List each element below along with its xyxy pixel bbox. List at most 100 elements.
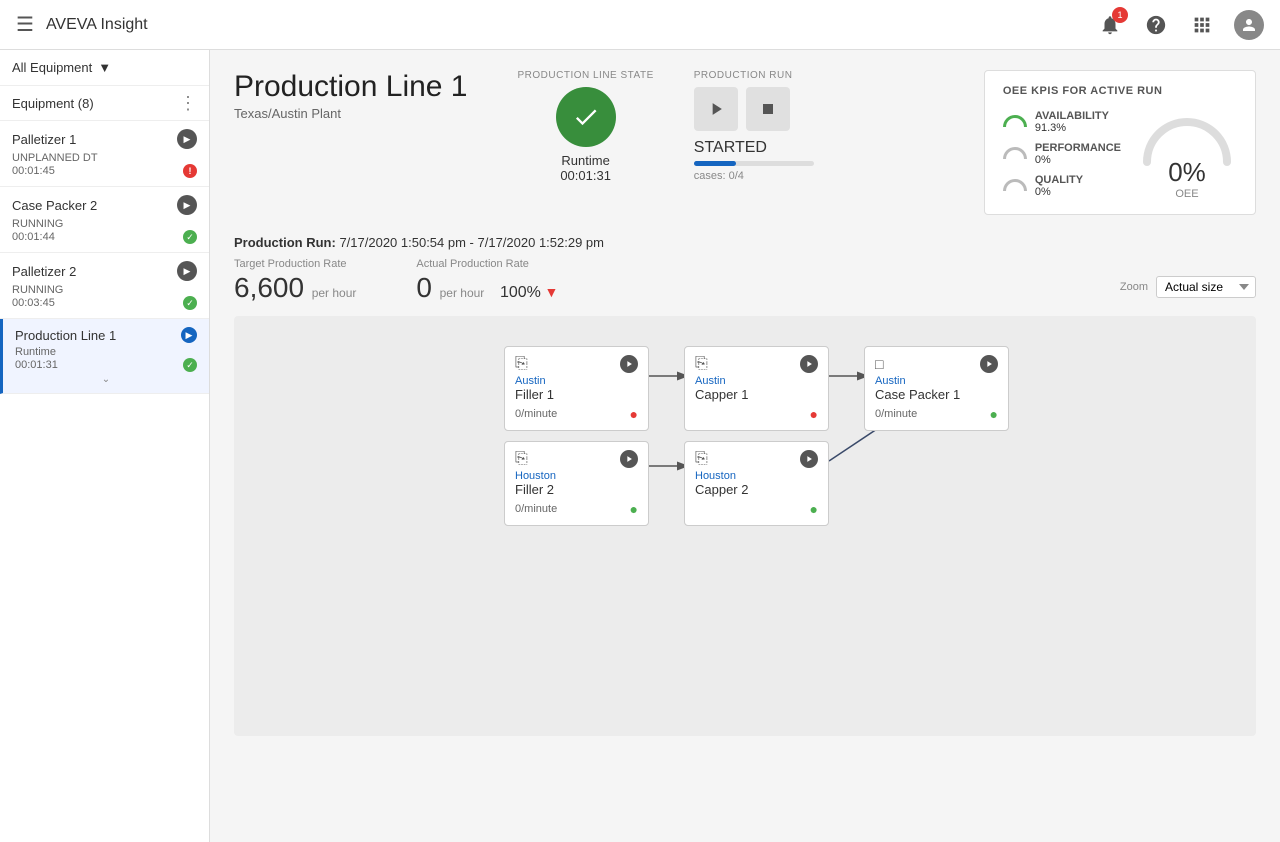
node-austin-capper-1[interactable]: ⎘ Austin Capper 1 ● bbox=[684, 346, 829, 431]
help-button[interactable] bbox=[1142, 11, 1170, 39]
runtime-time: 00:01:31 bbox=[560, 168, 611, 183]
chevron-down-icon: ⌄ bbox=[15, 372, 197, 385]
notification-button[interactable]: 1 bbox=[1096, 11, 1124, 39]
node-footer: 0/minute ● bbox=[515, 406, 638, 422]
state-row: PRODUCTION LINE STATE Runtime 00:01:31 P… bbox=[518, 70, 814, 183]
main-layout: All Equipment ▼ Equipment (8) ⋮ Palletiz… bbox=[0, 50, 1280, 842]
actual-rate-value: 0 bbox=[416, 272, 432, 303]
performance-gauge bbox=[1003, 147, 1027, 161]
started-label: STARTED bbox=[694, 139, 767, 157]
oee-right: 0% OEE bbox=[1137, 107, 1237, 200]
notification-badge: 1 bbox=[1112, 7, 1128, 23]
node-location: Houston bbox=[695, 470, 818, 482]
sidebar-item-production-line-1[interactable]: Production Line 1 ▶ Runtime 00:01:31 ✓ ⌄ bbox=[0, 319, 209, 394]
performance-value: 0% bbox=[1035, 154, 1121, 166]
node-name: Filler 1 bbox=[515, 387, 638, 402]
filter-chevron: ▼ bbox=[98, 60, 111, 75]
zoom-select[interactable]: Actual size 50% 75% 125% bbox=[1156, 276, 1256, 298]
node-name: Filler 2 bbox=[515, 482, 638, 497]
cases-label: cases: 0/4 bbox=[694, 170, 744, 182]
app-title: AVEVA Insight bbox=[46, 16, 1084, 34]
node-play-btn[interactable] bbox=[980, 355, 998, 373]
actual-rate-block: Actual Production Rate 0 per hour 100% ▼ bbox=[416, 258, 558, 304]
progress-fill bbox=[694, 161, 736, 166]
target-rate-label: Target Production Rate bbox=[234, 258, 356, 270]
sidebar: All Equipment ▼ Equipment (8) ⋮ Palletiz… bbox=[0, 50, 210, 842]
page-title: Production Line 1 bbox=[234, 70, 468, 104]
node-location: Houston bbox=[515, 470, 638, 482]
topnav: ☰ AVEVA Insight 1 bbox=[0, 0, 1280, 50]
node-austin-filler-1[interactable]: ⎘ Austin Filler 1 0/minute ● bbox=[504, 346, 649, 431]
node-houston-capper-2[interactable]: ⎘ Houston Capper 2 ● bbox=[684, 441, 829, 526]
node-play-btn[interactable] bbox=[800, 450, 818, 468]
availability-gauge bbox=[1003, 115, 1027, 129]
equipment-menu-icon[interactable]: ⋮ bbox=[179, 94, 197, 112]
status-time: 00:01:45 bbox=[12, 165, 55, 177]
runtime-area: Runtime 00:01:31 bbox=[518, 87, 654, 183]
node-play-btn[interactable] bbox=[620, 355, 638, 373]
play-control-button[interactable] bbox=[694, 87, 738, 131]
avatar-button[interactable] bbox=[1234, 10, 1264, 40]
status-text: UNPLANNED DT bbox=[12, 152, 98, 164]
node-rate: 0/minute bbox=[875, 408, 917, 420]
quality-text: QUALITY 0% bbox=[1035, 174, 1083, 198]
rate-down-arrow: ▼ bbox=[544, 284, 558, 300]
node-header: ⎘ bbox=[695, 450, 818, 468]
play-button-case-packer-2[interactable]: ▶ bbox=[177, 195, 197, 215]
equipment-count-label: Equipment (8) bbox=[12, 96, 94, 111]
sidebar-item-case-packer-2[interactable]: Case Packer 2 ▶ RUNNING 00:01:44 ✓ bbox=[0, 187, 209, 253]
zoom-area: Zoom Actual size 50% 75% 125% bbox=[1120, 276, 1256, 298]
flow-canvas: ⎘ Austin Filler 1 0/minute ● ⎘ bbox=[234, 316, 1256, 736]
node-header: ⎘ bbox=[515, 355, 638, 373]
target-rate-block: Target Production Rate 6,600 per hour bbox=[234, 258, 356, 304]
actual-rate-label: Actual Production Rate bbox=[416, 258, 558, 270]
filter-label: All Equipment bbox=[12, 60, 92, 75]
node-location: Austin bbox=[695, 375, 818, 387]
header-left: Production Line 1 Texas/Austin Plant PRO… bbox=[234, 70, 814, 183]
availability-value: 91.3% bbox=[1035, 122, 1109, 134]
node-play-btn[interactable] bbox=[620, 450, 638, 468]
quality-row: QUALITY 0% bbox=[1003, 174, 1121, 198]
prod-run-col: PRODUCTION RUN ST bbox=[694, 70, 814, 183]
runtime-button[interactable] bbox=[556, 87, 616, 147]
availability-arc bbox=[1003, 115, 1027, 127]
production-run-info: Production Run: 7/17/2020 1:50:54 pm - 7… bbox=[234, 235, 1256, 304]
sidebar-item-name: Case Packer 2 bbox=[12, 198, 97, 213]
status-text: Runtime bbox=[15, 346, 56, 358]
page-subtitle: Texas/Austin Plant bbox=[234, 106, 468, 121]
page-title-area: Production Line 1 Texas/Austin Plant bbox=[234, 70, 468, 121]
node-footer: 0/minute ● bbox=[515, 501, 638, 517]
node-header: ⎘ bbox=[695, 355, 818, 373]
status-dot-blue: ▶ bbox=[181, 327, 197, 343]
prod-run-label: PRODUCTION RUN bbox=[694, 70, 814, 81]
sidebar-item-palletizer-1[interactable]: Palletizer 1 ▶ UNPLANNED DT 00:01:45 ! bbox=[0, 121, 209, 187]
oee-big-value: 0% bbox=[1168, 157, 1206, 187]
equipment-header: Equipment (8) ⋮ bbox=[0, 86, 209, 121]
state-section: PRODUCTION LINE STATE Runtime 00:01:31 P… bbox=[518, 70, 814, 183]
node-houston-filler-2[interactable]: ⎘ Houston Filler 2 0/minute ● bbox=[504, 441, 649, 526]
play-button-palletizer-2[interactable]: ▶ bbox=[177, 261, 197, 281]
target-rate-value: 6,600 bbox=[234, 272, 304, 303]
node-rate: 0/minute bbox=[515, 503, 557, 515]
grid-button[interactable] bbox=[1188, 11, 1216, 39]
status-text: RUNNING bbox=[12, 284, 63, 296]
content-area: Production Line 1 Texas/Austin Plant PRO… bbox=[210, 50, 1280, 842]
node-footer: ● bbox=[695, 406, 818, 422]
node-name: Capper 2 bbox=[695, 482, 818, 497]
oee-panel: OEE KPIs FOR ACTIVE RUN AVAILABILITY 91.… bbox=[984, 70, 1256, 215]
equipment-filter[interactable]: All Equipment ▼ bbox=[0, 50, 209, 86]
prod-run-bold: Production Run: bbox=[234, 235, 336, 250]
node-austin-case-packer-1[interactable]: □ Austin Case Packer 1 0/minute ● bbox=[864, 346, 1009, 431]
performance-label: PERFORMANCE bbox=[1035, 142, 1121, 154]
stop-control-button[interactable] bbox=[746, 87, 790, 131]
status-dot-red: ! bbox=[183, 164, 197, 178]
status-time: 00:03:45 bbox=[12, 297, 55, 309]
status-dot-green: ✓ bbox=[183, 230, 197, 244]
play-button-palletizer-1[interactable]: ▶ bbox=[177, 129, 197, 149]
menu-icon[interactable]: ☰ bbox=[16, 12, 34, 37]
node-play-btn[interactable] bbox=[800, 355, 818, 373]
sidebar-item-palletizer-2[interactable]: Palletizer 2 ▶ RUNNING 00:03:45 ✓ bbox=[0, 253, 209, 319]
controls-row bbox=[694, 87, 790, 131]
target-rate-unit: per hour bbox=[312, 286, 357, 300]
node-name: Case Packer 1 bbox=[875, 387, 998, 402]
